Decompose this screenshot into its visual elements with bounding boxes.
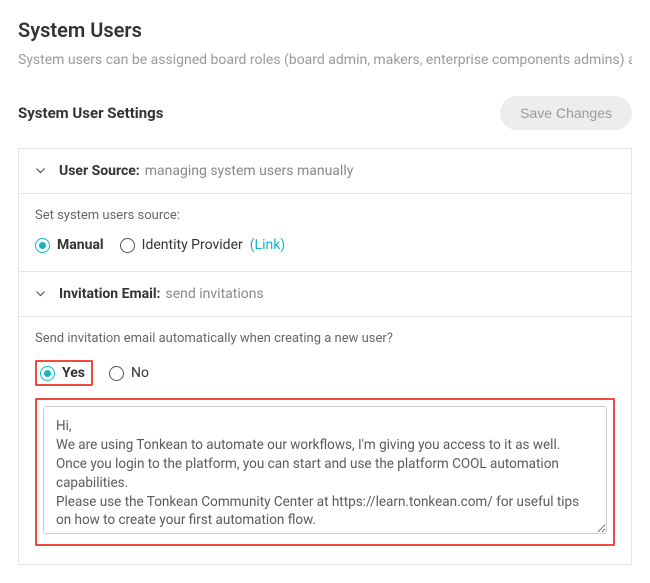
settings-panel: User Source: managing system users manua… [18,148,632,565]
radio-no-label: No [131,365,149,381]
radio-yes-label: Yes [62,365,85,381]
radio-button-icon [120,238,135,253]
settings-header: System User Settings Save Changes [18,96,632,130]
radio-button-icon [109,366,124,381]
radio-idp-label: Identity Provider [142,237,243,253]
invitation-email-body: Send invitation email automatically when… [19,316,631,564]
user-source-body: Set system users source: Manual Identity… [19,193,631,271]
radio-yes[interactable]: Yes [40,365,85,381]
radio-manual-label: Manual [57,237,104,253]
chevron-down-icon [35,166,45,176]
chevron-down-icon [35,289,45,299]
settings-heading: System User Settings [18,104,163,122]
invitation-email-label: Invitation Email: [59,286,161,302]
invitation-body-label: Send invitation email automatically when… [35,331,615,346]
radio-button-icon [40,366,55,381]
user-source-header[interactable]: User Source: managing system users manua… [19,149,631,193]
invitation-radio-row: Yes No [35,360,615,386]
radio-identity-provider[interactable]: Identity Provider (Link) [120,237,286,253]
save-changes-button[interactable]: Save Changes [500,96,632,130]
user-source-label: User Source: [59,163,140,179]
invitation-email-value: send invitations [166,286,264,302]
radio-manual[interactable]: Manual [35,237,104,253]
user-source-value: managing system users manually [145,163,354,179]
highlight-yes-annotation: Yes [35,360,93,386]
user-source-body-label: Set system users source: [35,208,615,223]
page-description: System users can be assigned board roles… [18,52,632,68]
user-source-radio-row: Manual Identity Provider (Link) [35,237,615,253]
radio-button-icon [35,238,50,253]
invitation-email-header[interactable]: Invitation Email: send invitations [19,271,631,316]
radio-no[interactable]: No [109,365,149,381]
invitation-email-textarea[interactable] [43,406,607,534]
identity-provider-link[interactable]: (Link) [250,237,285,253]
page-title: System Users [18,18,632,42]
highlight-textarea-annotation [35,398,615,546]
